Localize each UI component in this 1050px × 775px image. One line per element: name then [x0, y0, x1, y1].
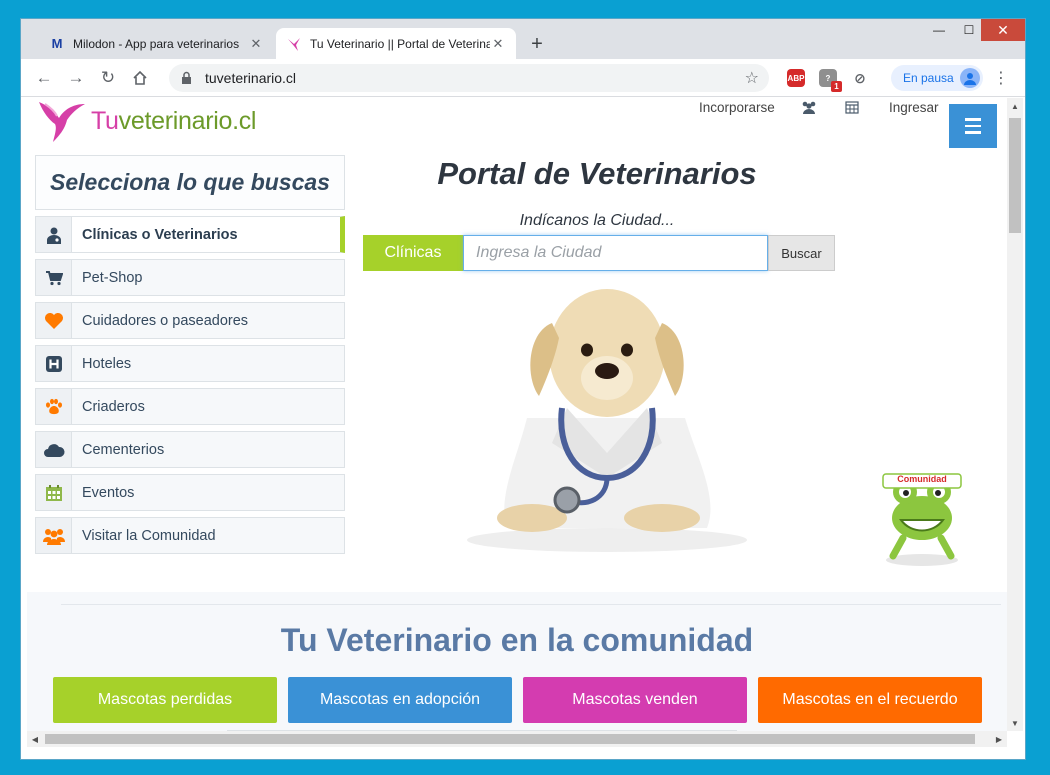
extension-badge: 1 [831, 81, 842, 92]
back-icon[interactable]: ← [33, 67, 55, 89]
scroll-up-icon[interactable]: ▲ [1007, 98, 1023, 114]
adblock-label: ABP [787, 73, 805, 83]
sidebar-item-label: Criaderos [82, 398, 145, 415]
lock-icon [181, 71, 195, 85]
join-link[interactable]: Incorporarse [699, 98, 775, 116]
sidebar-item-clinicas[interactable]: Clínicas o Veterinarios [35, 216, 345, 253]
tracking-blocker-icon[interactable]: ⊘ [851, 69, 869, 87]
profile-label: En pausa [903, 71, 954, 85]
calendar-icon [36, 475, 72, 510]
comunidad-badge-label[interactable]: Comunidad [879, 474, 965, 484]
window-close-icon[interactable]: ✕ [981, 19, 1025, 41]
bookmark-star-icon[interactable]: ☆ [745, 68, 759, 88]
login-link[interactable]: Ingresar [889, 98, 939, 116]
profile-button[interactable]: En pausa [891, 65, 983, 91]
close-tab-icon[interactable]: ✕ [490, 36, 506, 52]
sidebar-item-criaderos[interactable]: Criaderos [35, 388, 345, 425]
browser-toolbar: ← → ↻ tuveterinario.cl ☆ ABP ? 1 ⊘ En pau… [21, 59, 1025, 97]
home-icon[interactable] [129, 67, 151, 89]
browser-window: M Milodon - App para veterinarios ✕ Tu V… [20, 18, 1026, 760]
adoption-pets-button[interactable]: Mascotas en adopción [288, 677, 512, 723]
logo-text-tu: Tu [91, 106, 119, 135]
sidebar-item-cuidadores[interactable]: Cuidadores o paseadores [35, 302, 345, 339]
pets-for-sale-button[interactable]: Mascotas venden [523, 677, 747, 723]
url-text: tuveterinario.cl [205, 70, 297, 86]
sidebar-title: Selecciona lo que buscas [35, 155, 345, 210]
new-tab-icon[interactable]: + [526, 33, 548, 55]
scroll-thumb[interactable] [1009, 118, 1021, 233]
sidebar-item-eventos[interactable]: Eventos [35, 474, 345, 511]
sidebar-item-label: Hoteles [82, 355, 132, 372]
minimize-icon[interactable]: — [924, 19, 954, 41]
paw-icon [36, 389, 72, 424]
community-title: Tu Veterinario en la comunidad [280, 622, 754, 658]
sidebar-item-label: Clínicas o Veterinarios [82, 226, 238, 243]
hamburger-menu-button[interactable] [949, 104, 997, 148]
city-search-input[interactable] [463, 235, 768, 271]
doctor-icon [36, 217, 72, 252]
forward-icon[interactable]: → [65, 67, 87, 89]
tab-title: Milodon - App para veterinarios [73, 36, 240, 51]
page-title: Portal de Veterinarios [437, 156, 757, 191]
hotel-icon [36, 346, 72, 381]
horizontal-scrollbar[interactable]: ◀ ▶ [27, 731, 1007, 747]
hummingbird-favicon-icon [286, 36, 302, 52]
sidebar-item-label: Visitar la Comunidad [82, 527, 216, 544]
search-button[interactable]: Buscar [768, 235, 835, 271]
vertical-scrollbar[interactable]: ▲ ▼ [1007, 98, 1023, 731]
community-section: Tu Veterinario en la comunidad Mascotas … [27, 592, 1007, 731]
site-logo[interactable]: Tuveterinario.cl [35, 98, 275, 144]
scroll-right-icon[interactable]: ▶ [991, 731, 1007, 747]
community-icon[interactable] [801, 98, 817, 116]
avatar-icon [960, 68, 980, 88]
pets-memorial-button[interactable]: Mascotas en el recuerdo [758, 677, 982, 723]
sidebar-item-cementerios[interactable]: Cementerios [35, 431, 345, 468]
adblock-icon[interactable]: ABP [787, 69, 805, 87]
scroll-thumb[interactable] [45, 734, 975, 744]
hummingbird-logo-icon [39, 102, 85, 142]
menu-bar [965, 131, 981, 134]
scroll-down-icon[interactable]: ▼ [1007, 715, 1023, 731]
logo-text-rest: veterinario.cl [118, 106, 257, 135]
tab-milodon[interactable]: M Milodon - App para veterinarios ✕ [39, 28, 274, 59]
extension-shield-icon[interactable]: ? 1 [819, 69, 842, 92]
logo-text: Tuveterinario.cl [91, 107, 256, 136]
close-tab-icon[interactable]: ✕ [248, 36, 264, 52]
cart-icon [36, 260, 72, 295]
scroll-left-icon[interactable]: ◀ [27, 731, 43, 747]
city-hint: Indícanos la Ciudad... [519, 212, 675, 229]
sidebar-item-label: Pet-Shop [82, 269, 143, 286]
tab-tuveterinario[interactable]: Tu Veterinario || Portal de Veterinarios… [276, 28, 516, 59]
cloud-icon [36, 432, 72, 467]
puppy-veterinarian-image [467, 289, 747, 552]
section-divider [61, 604, 1001, 605]
page-viewport: Tuveterinario.cl Incorporarse Ingresar S… [27, 98, 1007, 731]
milodon-favicon-icon: M [51, 36, 63, 51]
sidebar-item-label: Eventos [82, 484, 135, 501]
sidebar-item-hoteles[interactable]: Hoteles [35, 345, 345, 382]
reload-icon[interactable]: ↻ [97, 67, 119, 89]
browser-menu-icon[interactable]: ⋮ [993, 67, 1009, 89]
menu-bar [965, 118, 981, 121]
sidebar-item-comunidad[interactable]: Visitar la Comunidad [35, 517, 345, 554]
heart-icon [36, 303, 72, 338]
users-icon [36, 518, 72, 553]
menu-bar [965, 124, 981, 128]
sidebar-item-label: Cementerios [82, 441, 165, 458]
maximize-icon[interactable]: ☐ [954, 19, 984, 41]
lost-pets-button[interactable]: Mascotas perdidas [53, 677, 277, 723]
sidebar-item-petshop[interactable]: Pet-Shop [35, 259, 345, 296]
calendar-icon[interactable] [845, 98, 859, 116]
category-dropdown-button[interactable]: Clínicas [363, 235, 463, 271]
address-bar[interactable]: tuveterinario.cl ☆ [169, 64, 769, 92]
tab-title: Tu Veterinario || Portal de Veterinarios [310, 36, 490, 51]
sidebar-item-label: Cuidadores o paseadores [82, 312, 249, 329]
tab-strip: M Milodon - App para veterinarios ✕ Tu V… [21, 19, 1025, 59]
